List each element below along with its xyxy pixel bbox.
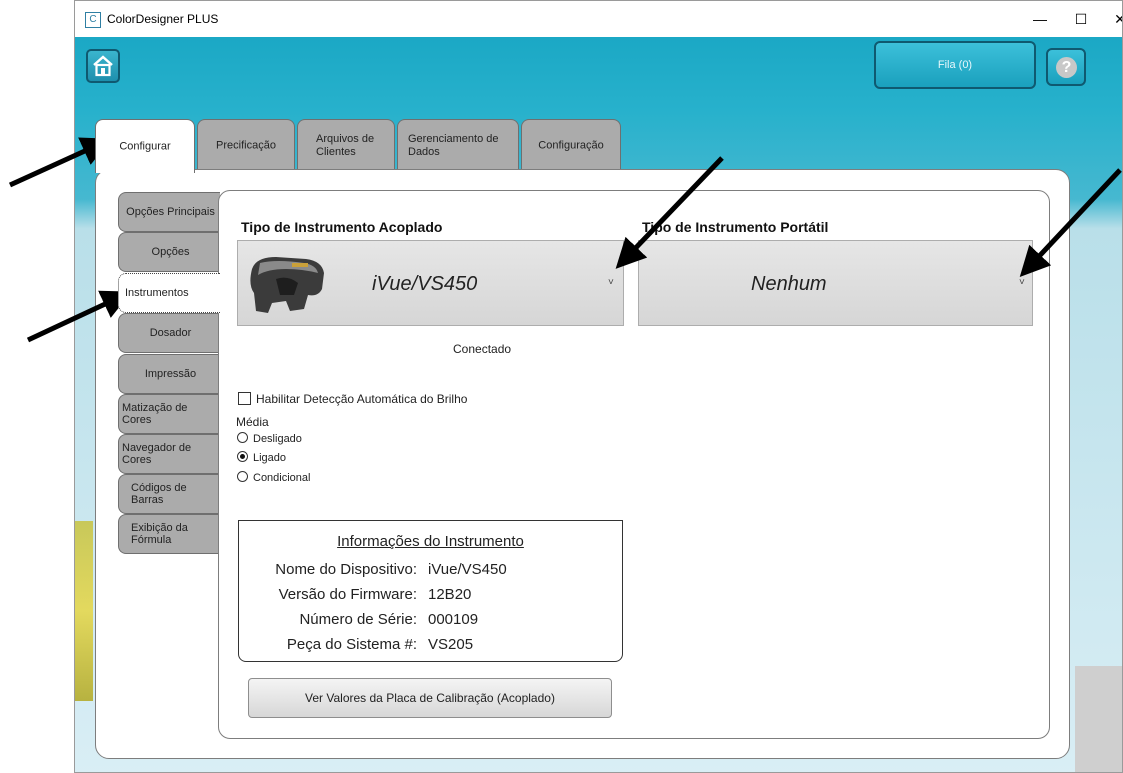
arrow-to-docked-dropdown: [615, 156, 724, 269]
tab-label: Configurar: [119, 140, 171, 152]
arrow-to-instrumentos-tab: [26, 290, 132, 343]
arrow-to-configurar-tab: [8, 137, 112, 188]
side-tab-label: Instrumentos: [125, 287, 189, 299]
arrow-to-portable-dropdown: [1019, 168, 1122, 277]
side-tab-instrumentos[interactable]: Instrumentos: [118, 273, 220, 313]
tab-configurar[interactable]: Configurar: [95, 119, 195, 173]
annotation-arrows: [8, 137, 1122, 343]
